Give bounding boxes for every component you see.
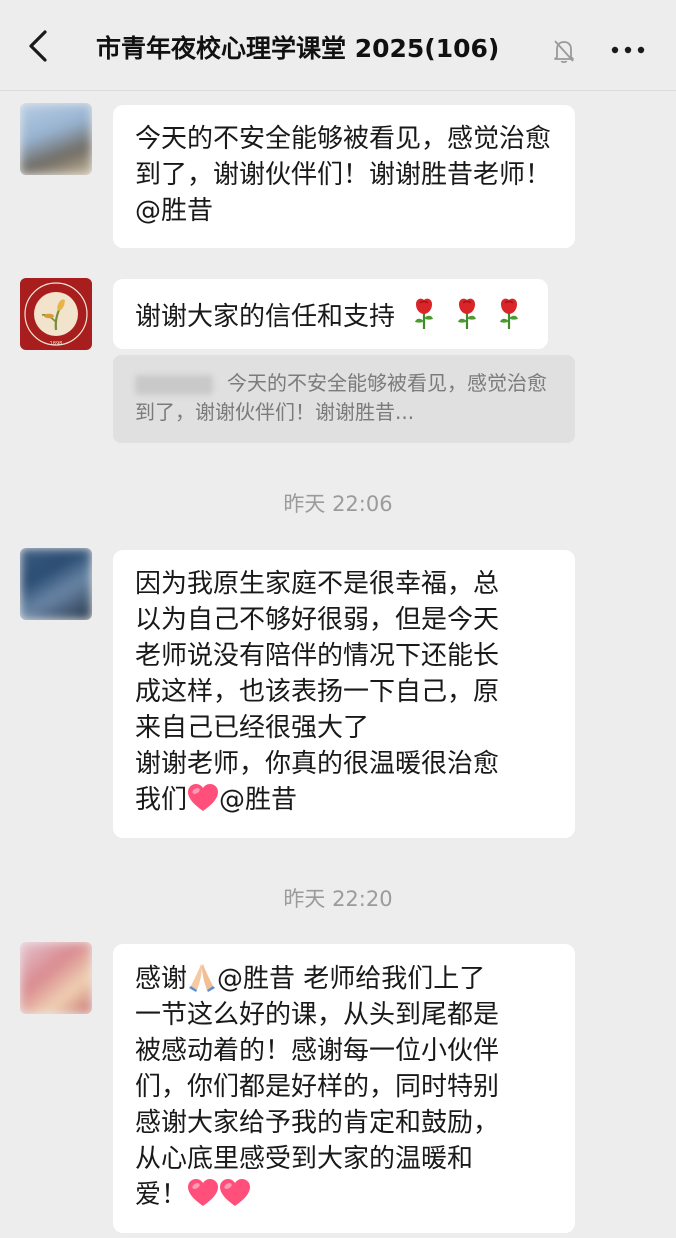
more-button[interactable]	[604, 30, 652, 70]
ellipsis-icon	[611, 46, 645, 54]
message-text: @胜昔 老师给我们上了	[217, 964, 486, 994]
message-line: 们，你们都是好样的，同时特别	[135, 1072, 500, 1102]
folded-hands-emoji	[187, 964, 217, 994]
message-line: 被感动着的！感谢每一位小伙伴	[135, 1036, 500, 1066]
message-line: 因为我原生家庭不是很幸福，总	[135, 569, 500, 599]
message-line: 我们 @胜昔	[135, 782, 553, 818]
message-bubble[interactable]: 谢谢大家的信任和支持	[113, 279, 548, 349]
svg-text:1898: 1898	[50, 341, 63, 347]
avatar[interactable]	[20, 103, 92, 175]
message-line: 感谢大家给予我的肯定和鼓励，	[135, 1108, 500, 1138]
peking-university-logo: 1898	[20, 278, 92, 350]
avatar[interactable]	[20, 942, 92, 1014]
chat-title: 市青年夜校心理学课堂 2025(106)	[96, 34, 500, 63]
heart-emoji	[187, 1179, 219, 1210]
message-text: 我们	[135, 785, 188, 815]
message-bubble[interactable]: 感谢 @胜昔 老师给我们上了 一节这么好的课，从头到尾都是 被感动着的！感谢每一位…	[113, 944, 575, 1233]
heart-emoji	[187, 784, 219, 815]
message-bubble[interactable]: 因为我原生家庭不是很幸福，总 以为自己不够好很弱，但是今天 老师说没有陪伴的情况…	[113, 550, 575, 838]
message-line: 成这样，也该表扬一下自己，原	[135, 677, 500, 707]
message-text: 爱！	[135, 1180, 188, 1210]
message-text: 感谢	[135, 964, 188, 994]
chevron-left-icon	[29, 30, 47, 62]
message-line: 从心底里感受到大家的温暖和	[135, 1144, 474, 1174]
message-bubble[interactable]: 今天的不安全能够被看见，感觉治愈到了，谢谢伙伴们！谢谢胜昔老师！@胜昔	[113, 105, 575, 248]
chat-header: 市青年夜校心理学课堂 2025(106)	[0, 0, 676, 91]
avatar[interactable]: 1898	[20, 278, 92, 350]
message-text: 谢谢大家的信任和支持	[135, 302, 396, 332]
quoted-message[interactable]: 今天的不安全能够被看见，感觉治愈到了，谢谢伙伴们！谢谢胜昔...	[113, 355, 575, 443]
timestamp: 昨天 22:06	[283, 492, 393, 516]
message-line: 感谢 @胜昔 老师给我们上了	[135, 960, 553, 997]
rose-emoji	[399, 298, 526, 332]
mention[interactable]: @胜昔	[219, 785, 297, 815]
message-line: 来自己已经很强大了	[135, 713, 370, 743]
message-line: 以为自己不够好很弱，但是今天	[135, 605, 500, 635]
message-line: 老师说没有陪伴的情况下还能长	[135, 641, 500, 671]
back-button[interactable]	[18, 26, 58, 66]
timestamp: 昨天 22:20	[283, 887, 393, 911]
message-line: 谢谢老师，你真的很温暖很治愈	[135, 749, 500, 779]
quoted-sender-name	[135, 374, 213, 395]
message-line: 爱！	[135, 1177, 553, 1213]
avatar[interactable]	[20, 548, 92, 620]
message-line: 一节这么好的课，从头到尾都是	[135, 1000, 500, 1030]
heart-emoji	[219, 1179, 251, 1210]
bell-muted-icon	[554, 40, 574, 64]
